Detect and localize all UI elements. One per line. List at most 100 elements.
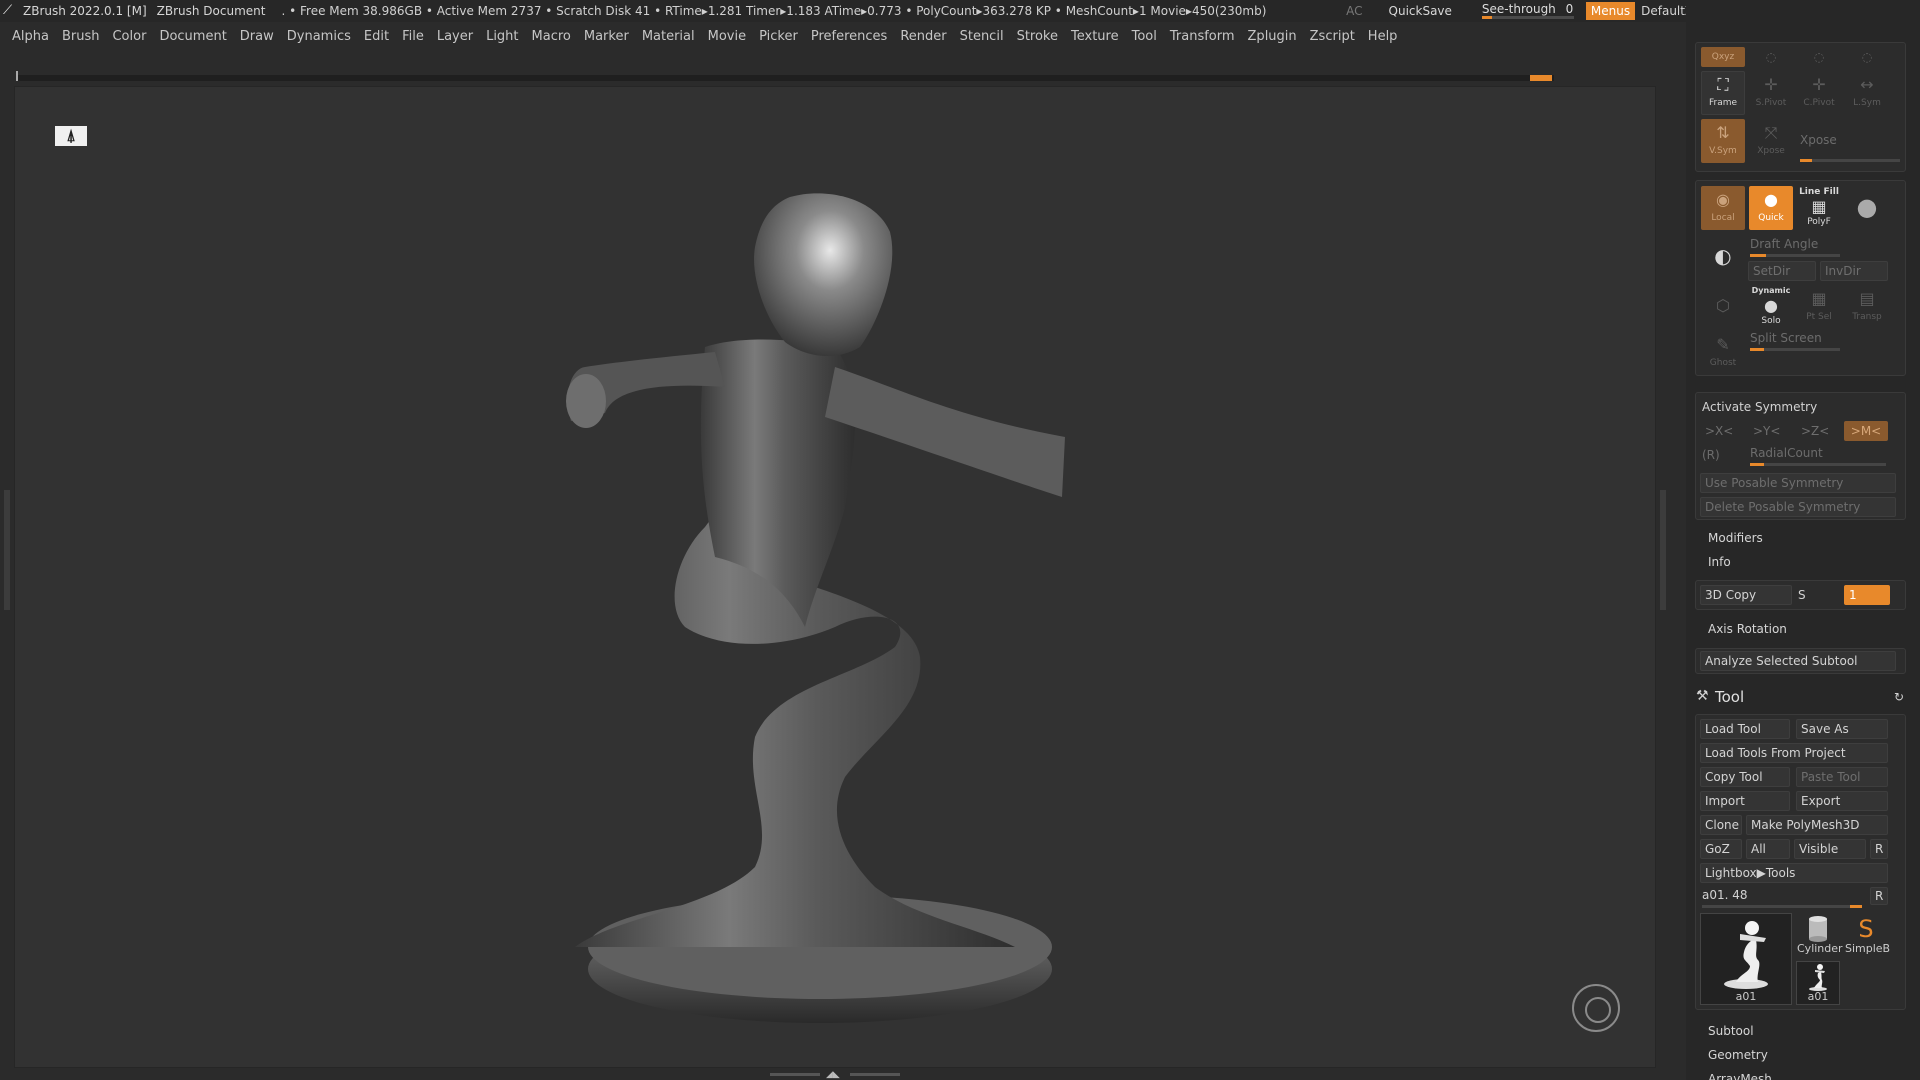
cube-button[interactable]: ⬡ — [1701, 285, 1745, 329]
menu-macro[interactable]: Macro — [532, 29, 571, 44]
tool-slider-r-button[interactable]: R — [1870, 887, 1888, 905]
menu-material[interactable]: Material — [642, 29, 695, 44]
load-tool-button[interactable]: Load Tool — [1700, 719, 1790, 739]
menu-alpha[interactable]: Alpha — [12, 29, 49, 44]
collapse-arrow-icon[interactable]: ◢◣ — [826, 1070, 840, 1080]
menu-help[interactable]: Help — [1368, 29, 1398, 44]
modifiers-section[interactable]: Modifiers — [1708, 531, 1763, 545]
menus-toggle[interactable]: Menus — [1585, 2, 1636, 20]
menu-stencil[interactable]: Stencil — [960, 29, 1004, 44]
quicksave-button[interactable]: QuickSave — [1389, 4, 1452, 18]
copy-tool-button[interactable]: Copy Tool — [1700, 767, 1790, 787]
axis-rotation-section[interactable]: Axis Rotation — [1708, 622, 1787, 636]
paste-tool-button[interactable]: Paste Tool — [1796, 767, 1888, 787]
sym-z-button[interactable]: >Z< — [1796, 421, 1840, 441]
menu-movie[interactable]: Movie — [708, 29, 746, 44]
menu-transform[interactable]: Transform — [1170, 29, 1235, 44]
lsym-button[interactable]: ↔ L.Sym — [1845, 71, 1889, 115]
tool-thumb-simplebrush[interactable]: S SimpleB — [1844, 913, 1890, 957]
goz-r-button[interactable]: R — [1870, 839, 1888, 859]
analyze-selected-subtool-button[interactable]: Analyze Selected Subtool — [1700, 651, 1896, 671]
contrast-button[interactable]: ◐ — [1701, 233, 1745, 277]
ghost-button[interactable]: ✎ Ghost — [1701, 331, 1745, 375]
menu-dynamics[interactable]: Dynamics — [287, 29, 351, 44]
ptsel-button[interactable]: ▦ Pt Sel — [1797, 285, 1841, 329]
ac-button[interactable]: AC — [1346, 4, 1362, 18]
3d-copy-button[interactable]: 3D Copy — [1700, 585, 1792, 605]
rotate-y-button[interactable]: ◌ — [1749, 47, 1793, 67]
spivot-button[interactable]: ✛ S.Pivot — [1749, 71, 1793, 115]
quick-button[interactable]: ● Quick — [1749, 186, 1793, 230]
refresh-icon[interactable]: ↻ — [1894, 690, 1904, 704]
split-screen-slider[interactable] — [1750, 348, 1840, 351]
goz-visible-button[interactable]: Visible — [1794, 839, 1866, 859]
menu-texture[interactable]: Texture — [1071, 29, 1119, 44]
menu-preferences[interactable]: Preferences — [811, 29, 887, 44]
goz-button[interactable]: GoZ — [1700, 839, 1742, 859]
save-as-button[interactable]: Save As — [1796, 719, 1888, 739]
load-tools-from-project-button[interactable]: Load Tools From Project — [1700, 743, 1888, 763]
geometry-section[interactable]: Geometry — [1708, 1048, 1768, 1062]
sym-r-button[interactable]: (R) — [1702, 448, 1720, 462]
activate-symmetry-button[interactable]: Activate Symmetry — [1702, 400, 1817, 414]
clone-button[interactable]: Clone — [1700, 815, 1742, 835]
right-tray-handle[interactable] — [1660, 490, 1666, 610]
sym-y-button[interactable]: >Y< — [1748, 421, 1792, 441]
lightbox-tools-button[interactable]: Lightbox▶Tools — [1700, 863, 1888, 883]
menu-light[interactable]: Light — [486, 29, 518, 44]
menu-picker[interactable]: Picker — [759, 29, 798, 44]
tool-thumb-a01-small[interactable]: a01 — [1796, 961, 1840, 1005]
top-shelf[interactable] — [16, 71, 1554, 81]
xyz-button[interactable]: Qxyz — [1701, 47, 1745, 67]
menu-edit[interactable]: Edit — [364, 29, 389, 44]
menu-document[interactable]: Document — [159, 29, 226, 44]
setdir-button[interactable]: SetDir — [1748, 261, 1816, 281]
rotate-z-button[interactable]: ◌ — [1797, 47, 1841, 67]
arraymesh-section[interactable]: ArrayMesh — [1708, 1072, 1772, 1080]
sculpt-figure[interactable] — [15, 87, 1656, 1068]
menu-tool[interactable]: Tool — [1132, 29, 1157, 44]
menu-zscript[interactable]: Zscript — [1310, 29, 1355, 44]
import-button[interactable]: Import — [1700, 791, 1790, 811]
menu-color[interactable]: Color — [112, 29, 146, 44]
info-section[interactable]: Info — [1708, 555, 1731, 569]
menu-marker[interactable]: Marker — [584, 29, 629, 44]
vsym-button[interactable]: ⇅ V.Sym — [1701, 119, 1745, 163]
sym-m-button[interactable]: >M< — [1844, 421, 1888, 441]
see-through-slider[interactable]: See-through 0 — [1478, 2, 1574, 20]
shelf-marker[interactable] — [1530, 75, 1552, 81]
menu-brush[interactable]: Brush — [62, 29, 100, 44]
tool-palette-title[interactable]: Tool — [1715, 688, 1744, 706]
use-posable-symmetry-button[interactable]: Use Posable Symmetry — [1700, 473, 1896, 493]
xpose-slider[interactable] — [1800, 159, 1900, 162]
menu-stroke[interactable]: Stroke — [1017, 29, 1058, 44]
transp-button[interactable]: ▤ Transp — [1845, 285, 1889, 329]
draft-angle-slider[interactable] — [1750, 254, 1840, 257]
document-canvas[interactable]: ⍋ — [14, 86, 1656, 1068]
menu-zplugin[interactable]: Zplugin — [1248, 29, 1297, 44]
cpivot-button[interactable]: ✛ C.Pivot — [1797, 71, 1841, 115]
navigation-gizmo[interactable] — [1572, 984, 1620, 1032]
bottom-tray-handle[interactable]: ◢◣ — [770, 1070, 900, 1080]
s-value-input[interactable]: 1 — [1844, 585, 1890, 605]
sym-x-button[interactable]: >X< — [1700, 421, 1744, 441]
menu-render[interactable]: Render — [900, 29, 946, 44]
make-polymesh3d-button[interactable]: Make PolyMesh3D — [1746, 815, 1888, 835]
tool-thumb-a01-large[interactable]: a01 — [1700, 913, 1792, 1005]
material-sphere-button[interactable]: ● — [1845, 186, 1889, 230]
goz-all-button[interactable]: All — [1746, 839, 1790, 859]
menu-file[interactable]: File — [402, 29, 424, 44]
rotate-x-button[interactable]: ◌ — [1845, 47, 1889, 67]
solo-button[interactable]: Dynamic ● Solo — [1749, 285, 1793, 329]
local-button[interactable]: ◉ Local — [1701, 186, 1745, 230]
menu-draw[interactable]: Draw — [240, 29, 274, 44]
subtool-section[interactable]: Subtool — [1708, 1024, 1754, 1038]
export-button[interactable]: Export — [1796, 791, 1888, 811]
left-tray-handle[interactable] — [4, 490, 10, 610]
xpose-button[interactable]: ⤧ Xpose — [1749, 119, 1793, 163]
delete-posable-symmetry-button[interactable]: Delete Posable Symmetry — [1700, 497, 1896, 517]
radial-count-slider[interactable] — [1750, 463, 1886, 466]
invdir-button[interactable]: InvDir — [1820, 261, 1888, 281]
frame-button[interactable]: ⛶ Frame — [1701, 71, 1745, 115]
menu-layer[interactable]: Layer — [437, 29, 473, 44]
